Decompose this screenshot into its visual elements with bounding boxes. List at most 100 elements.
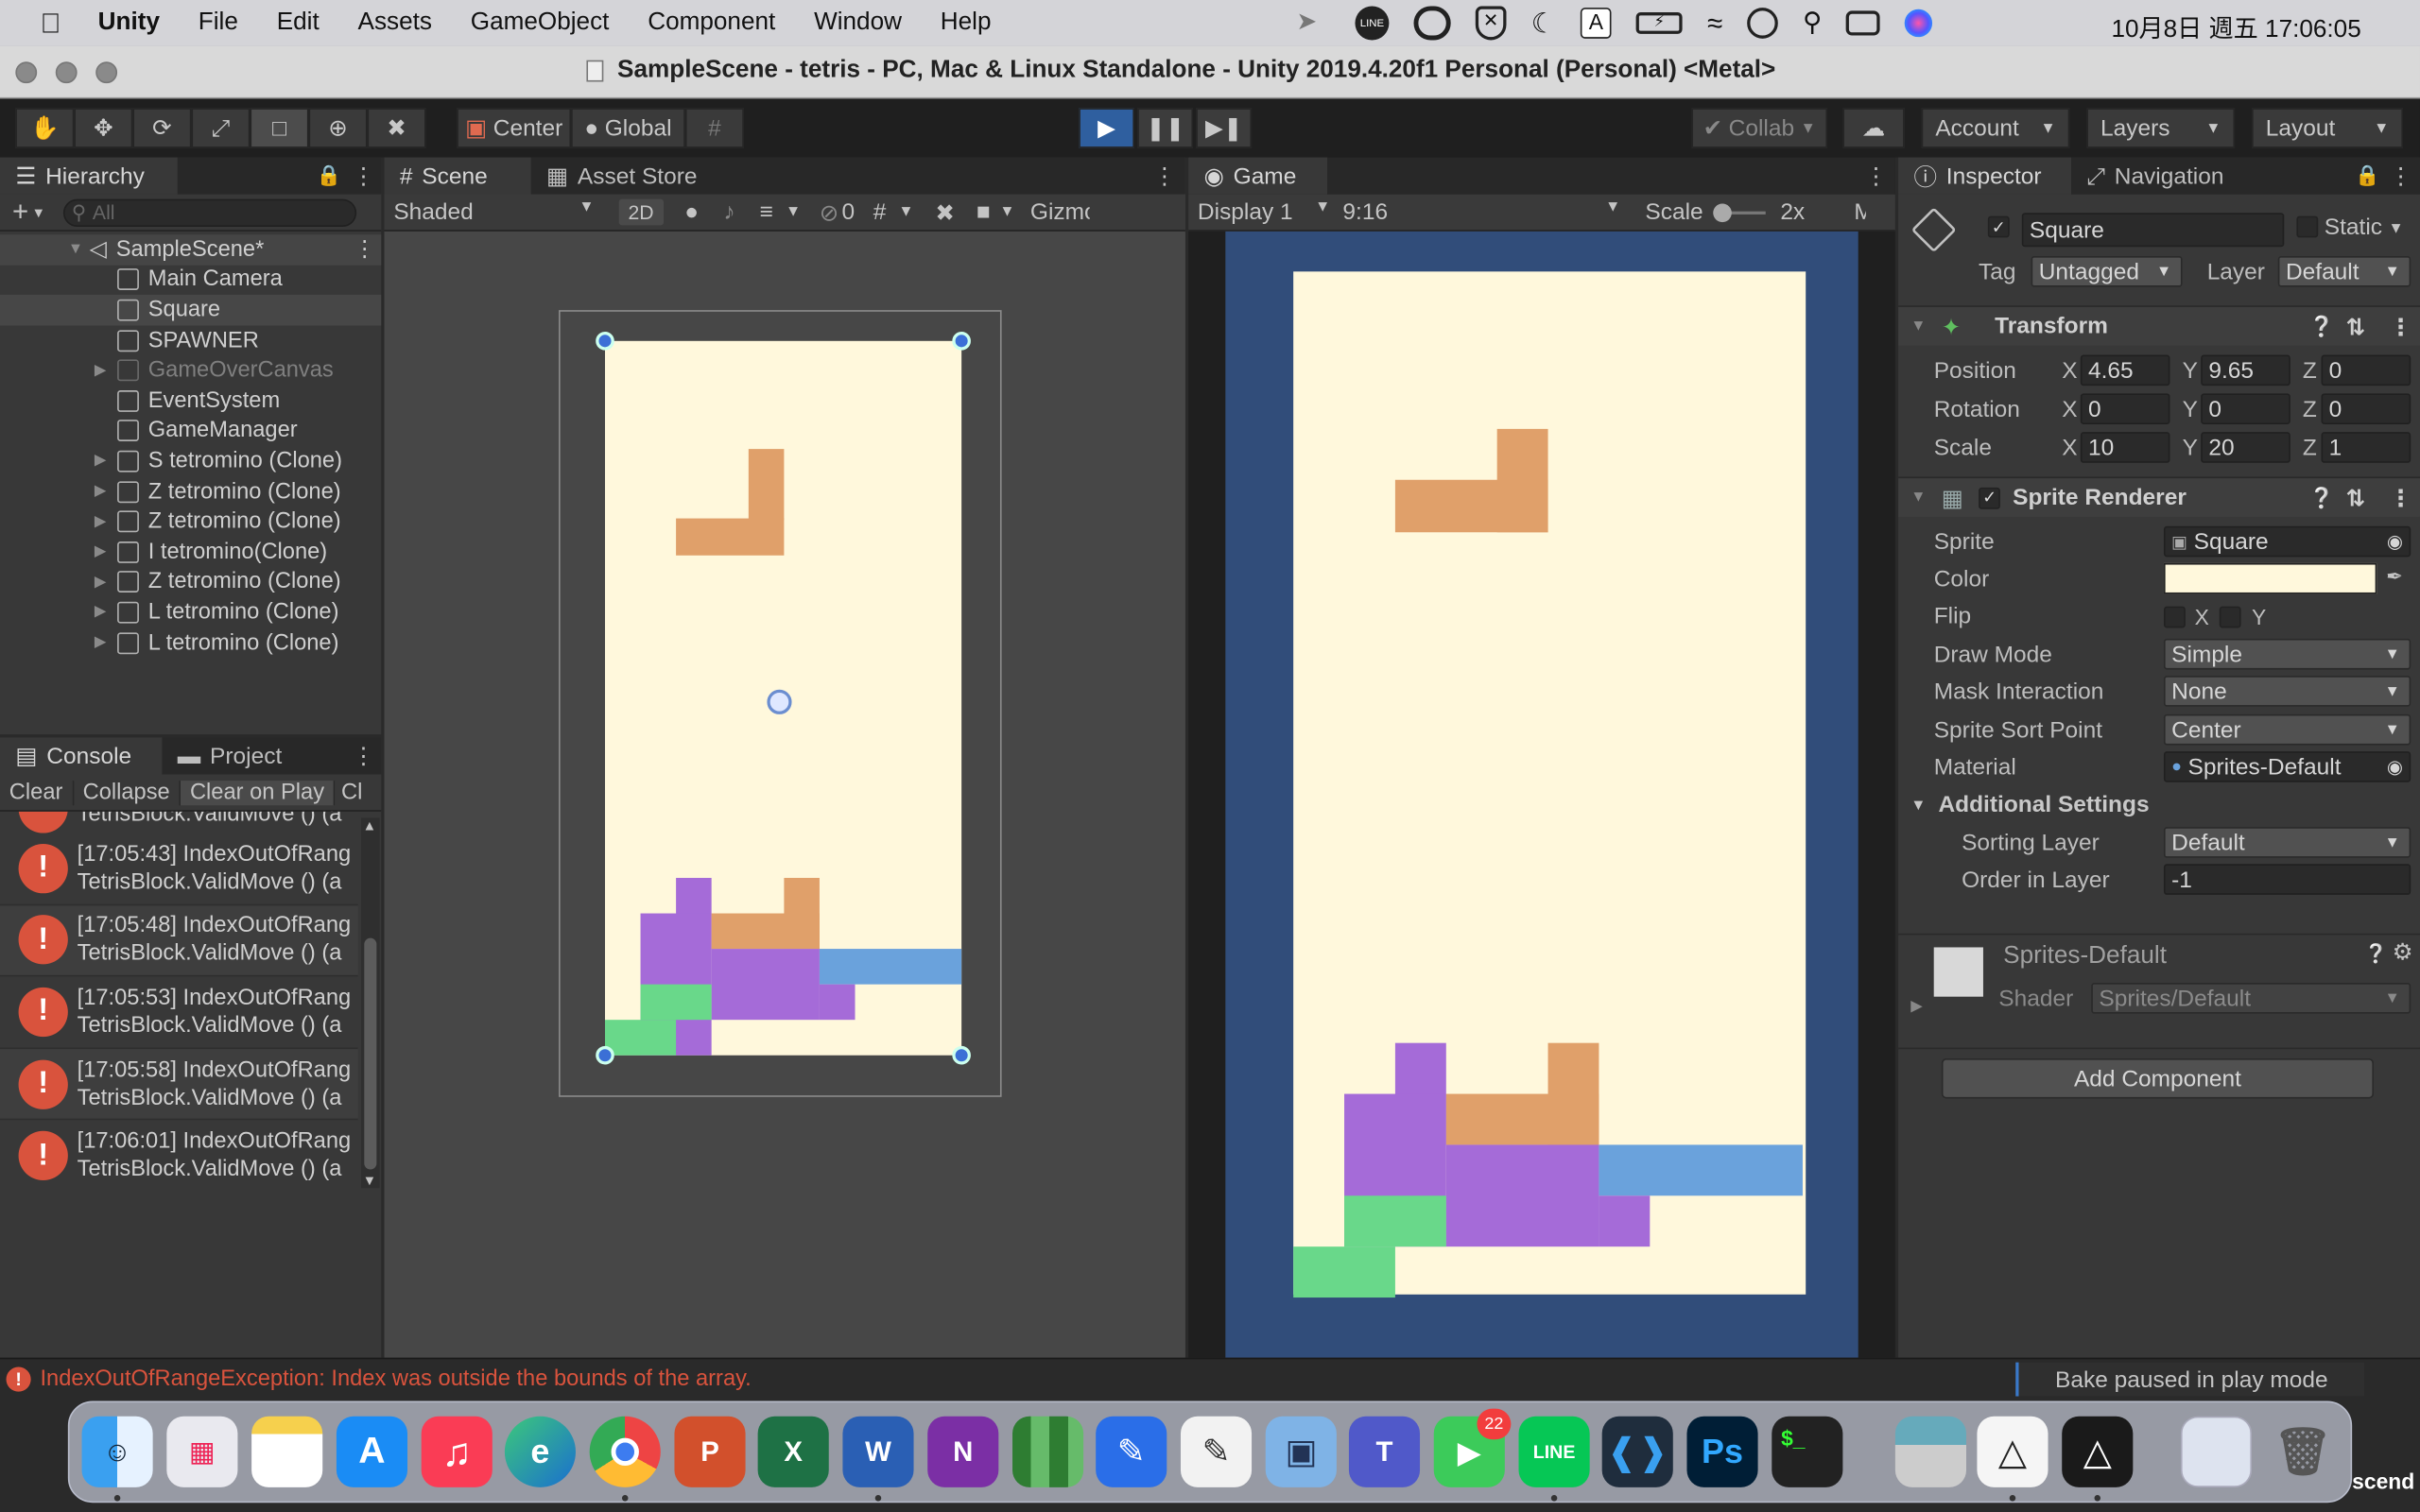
transform-x-input[interactable]: 4.65 [2080, 354, 2170, 387]
chevron-down-icon[interactable]: ▼ [898, 204, 913, 221]
shader-dropdown[interactable]: Sprites/Default ▼ [2091, 982, 2411, 1014]
gizmos-dropdown[interactable]: Gizmo [1030, 199, 1089, 226]
console-log-entry[interactable]: ! [17:06:01] IndexOutOfRang TetrisBlock.Va… [0, 1121, 358, 1190]
hierarchy-item[interactable]: EventSystem [0, 386, 381, 416]
foldout-arrow-icon[interactable]: ▶ [1910, 998, 1923, 1015]
sprite-renderer-header[interactable]: ▼ ▦ ✓ Sprite Renderer ❔ ⇅ ⋮ [1898, 476, 2420, 517]
tab-game[interactable]: ◉ Game [1188, 157, 1328, 195]
tab-project[interactable]: ▬ Project [162, 737, 297, 774]
2d-toggle[interactable]: 2D [618, 198, 664, 226]
hierarchy-item[interactable]: ▶ I tetromino(Clone) [0, 537, 381, 567]
collapsed-arrow-icon[interactable]: ▶ [90, 574, 112, 591]
sprite-sort-point-dropdown[interactable]: Center ▼ [2163, 713, 2411, 746]
launchpad-icon[interactable]: ▦ [166, 1416, 238, 1487]
hierarchy-item[interactable]: ▶ GameOverCanvas [0, 355, 381, 386]
chevron-down-icon[interactable]: ▼ [31, 204, 45, 219]
scale-slider[interactable] [1712, 202, 1765, 222]
move-tool-icon[interactable]: ✥ [74, 108, 133, 148]
rect-handle-top-right[interactable] [952, 332, 971, 351]
app-store-icon[interactable]: A [336, 1416, 408, 1487]
foldout-arrow-icon[interactable]: ▼ [1910, 490, 1926, 507]
play-button[interactable]: ▶ [1079, 108, 1134, 148]
menu-file[interactable]: File [199, 9, 238, 37]
hierarchy-item[interactable]: SPAWNER [0, 325, 381, 355]
eyedropper-icon[interactable]: ✒ [2386, 565, 2403, 590]
effects-icon[interactable]: ≡ [760, 199, 773, 226]
sprite-renderer-enabled-checkbox[interactable]: ✓ [1979, 487, 2001, 508]
hand-tool-icon[interactable]: ✋ [15, 108, 75, 148]
word-icon[interactable]: W [842, 1416, 914, 1487]
tab-navigation[interactable]: ⤢ Navigation [2071, 158, 2239, 195]
edge-icon[interactable]: e [504, 1416, 576, 1487]
collapsed-arrow-icon[interactable]: ▶ [90, 604, 112, 621]
chevron-down-icon[interactable]: ▼ [786, 204, 801, 221]
more-options-icon[interactable]: ⋮ [2389, 313, 2411, 340]
draw-mode-dropdown[interactable]: Simple ▼ [2163, 638, 2411, 670]
pen-app-icon[interactable]: ✎ [1096, 1416, 1167, 1487]
hierarchy-item[interactable]: ▶ L tetromino (Clone) [0, 597, 381, 627]
more-options-icon[interactable]: ⋮ [2389, 484, 2411, 511]
transform-z-input[interactable]: 1 [2321, 432, 2411, 463]
hierarchy-item[interactable]: ▶ L tetromino (Clone) [0, 627, 381, 658]
tools-icon[interactable]: ✖ [935, 198, 955, 226]
collab-dropdown[interactable]: ✔ Collab ▼ [1691, 108, 1828, 148]
console-scrollbar[interactable]: ▲ ▼ [361, 817, 380, 1189]
step-button[interactable]: ▶❚ [1196, 108, 1253, 148]
menu-assets[interactable]: Assets [358, 9, 432, 37]
mask-interaction-dropdown[interactable]: None ▼ [2163, 676, 2411, 707]
scroll-up-icon[interactable]: ▲ [363, 817, 377, 833]
layer-dropdown[interactable]: Default ▼ [2277, 256, 2411, 287]
additional-settings-foldout[interactable]: ▼ Additional Settings [1910, 792, 2149, 818]
scene-viewport[interactable] [384, 232, 1185, 1358]
scale-tool-icon[interactable]: ⤢ [191, 108, 251, 148]
layers-dropdown[interactable]: Layers ▼ [2086, 108, 2236, 148]
menu-window[interactable]: Window [814, 9, 902, 37]
maximize-toggle[interactable]: M [1854, 199, 1866, 226]
onenote-icon[interactable]: N [927, 1416, 999, 1487]
console-log-entry[interactable]: ! [17:05:43] IndexOutOfRang TetrisBlock.Va… [0, 833, 358, 905]
trash-icon[interactable]: 🗑 [2267, 1417, 2338, 1487]
siri-icon[interactable] [1905, 9, 1933, 38]
status-error-message[interactable]: IndexOutOfRangeException: Index was outs… [40, 1366, 751, 1391]
foldout-arrow-icon[interactable]: ▼ [1910, 318, 1926, 335]
photoshop-icon[interactable]: Ps [1686, 1416, 1758, 1487]
hierarchy-item[interactable]: ▶ Z tetromino (Clone) [0, 476, 381, 507]
tab-scene[interactable]: # Scene [384, 157, 531, 195]
hierarchy-item[interactable]: ▶ Z tetromino (Clone) [0, 507, 381, 537]
rect-tool-icon[interactable]: □ [250, 108, 309, 148]
tag-dropdown[interactable]: Untagged ▼ [2031, 256, 2183, 287]
console-log-entry[interactable]: ! [17:05:48] IndexOutOfRang TetrisBlock.Va… [0, 904, 358, 977]
apple-icon[interactable]:  [40, 7, 60, 39]
clear-on-build-button[interactable]: Cl [335, 780, 368, 804]
account-dropdown[interactable]: Account ▼ [1921, 108, 2070, 148]
input-method-icon[interactable]: A [1581, 8, 1612, 39]
unity-hub-icon[interactable]: △ [1977, 1416, 2048, 1487]
pivot-handle-icon[interactable] [767, 689, 792, 714]
collapse-button[interactable]: Collapse [74, 780, 182, 805]
tab-hierarchy[interactable]: ☰ Hierarchy [0, 157, 178, 195]
hierarchy-item[interactable]: Main Camera [0, 265, 381, 295]
collapsed-arrow-icon[interactable]: ▶ [90, 483, 112, 500]
menu-component[interactable]: Component [648, 9, 775, 37]
preview-icon[interactable] [1894, 1416, 1966, 1487]
creative-cloud-icon[interactable] [1413, 6, 1451, 41]
static-checkbox[interactable] [2296, 215, 2319, 238]
custom-tool-icon[interactable]: ✖ [367, 108, 426, 148]
camera-icon[interactable]: ■ [977, 199, 991, 226]
display-dropdown[interactable]: Display 1 ▼ [1188, 199, 1337, 226]
tab-asset-store[interactable]: ▦ Asset Store [531, 158, 713, 195]
lighting-icon[interactable]: ● [684, 199, 699, 226]
rotate-tool-icon[interactable]: ⟳ [132, 108, 192, 148]
battery-icon[interactable]: ⚡ [1635, 12, 1683, 34]
expanded-arrow-icon[interactable]: ▼ [65, 241, 87, 258]
vscode-icon[interactable]: ❰❱ [1601, 1416, 1673, 1487]
notes-icon[interactable] [251, 1416, 323, 1487]
clear-on-play-button[interactable]: Clear on Play [181, 780, 336, 805]
collapsed-arrow-icon[interactable]: ▶ [90, 362, 112, 379]
add-component-button[interactable]: Add Component [1941, 1057, 2375, 1099]
transform-tool-icon[interactable]: ⊕ [308, 108, 368, 148]
transform-y-input[interactable]: 9.65 [2201, 354, 2290, 387]
menu-help[interactable]: Help [941, 9, 992, 37]
scale-slider-thumb[interactable] [1712, 202, 1732, 222]
terminal-icon[interactable]: $_ [1772, 1416, 1843, 1487]
